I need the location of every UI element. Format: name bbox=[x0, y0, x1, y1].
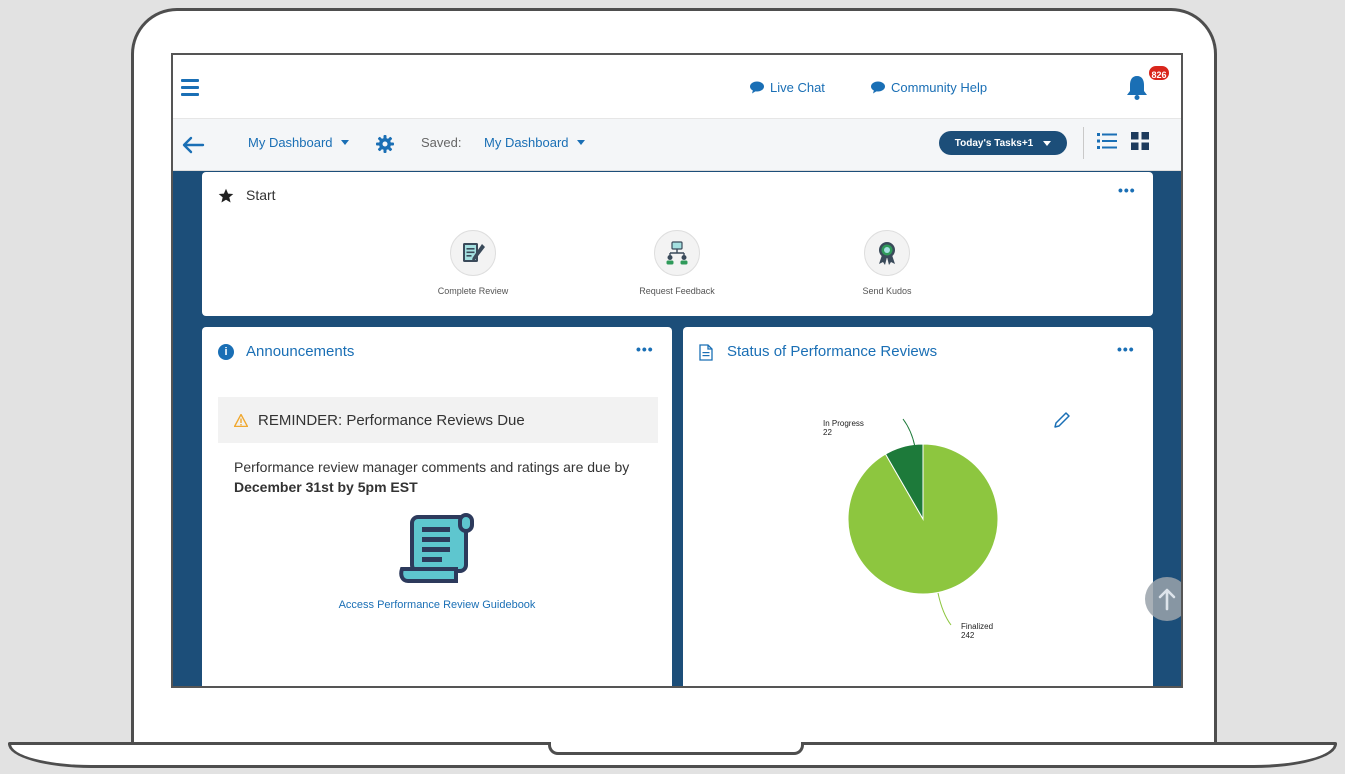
dashboard-dropdown-label: My Dashboard bbox=[248, 135, 333, 150]
info-icon: i bbox=[218, 344, 234, 360]
finalized-leader-line bbox=[937, 592, 952, 626]
todays-tasks-button[interactable]: Today's Tasks+1 bbox=[939, 131, 1067, 155]
start-card: Start ••• Complete Review Request Feedba… bbox=[202, 172, 1153, 316]
gear-icon[interactable] bbox=[375, 134, 395, 154]
in-progress-value: 22 bbox=[823, 428, 832, 437]
status-card: Status of Performance Reviews ••• In Pro… bbox=[683, 327, 1153, 686]
review-icon bbox=[450, 230, 496, 276]
status-title: Status of Performance Reviews bbox=[727, 343, 938, 360]
announcements-title: Announcements bbox=[246, 343, 355, 360]
notification-badge[interactable]: 826 bbox=[1147, 64, 1171, 82]
community-help-link[interactable]: Community Help bbox=[871, 80, 987, 95]
chevron-down-icon bbox=[576, 140, 585, 145]
send-kudos-label: Send Kudos bbox=[862, 286, 912, 296]
complete-review-action[interactable]: Complete Review bbox=[403, 230, 543, 296]
todays-tasks-label: Today's Tasks+1 bbox=[954, 137, 1034, 149]
announcements-card: i Announcements ••• REMINDER: Performanc… bbox=[202, 327, 672, 686]
scroll-document-icon bbox=[399, 513, 474, 583]
finalized-value: 242 bbox=[961, 631, 975, 640]
finalized-label: Finalized 242 bbox=[961, 622, 993, 640]
back-arrow-icon[interactable] bbox=[181, 135, 205, 155]
star-icon bbox=[218, 188, 234, 203]
live-chat-label: Live Chat bbox=[770, 80, 825, 95]
document-icon bbox=[699, 344, 713, 361]
live-chat-link[interactable]: Live Chat bbox=[750, 80, 825, 95]
saved-label: Saved: bbox=[421, 135, 462, 150]
announcement-deadline: December 31st by 5pm EST bbox=[234, 479, 418, 495]
finalized-name: Finalized bbox=[961, 622, 994, 631]
chevron-down-icon bbox=[1043, 140, 1052, 146]
in-progress-name: In Progress bbox=[823, 419, 864, 428]
dashboard-toolbar: My Dashboard Saved: My Dashboard Today's… bbox=[173, 119, 1181, 171]
bell-icon[interactable] bbox=[1125, 73, 1149, 101]
request-feedback-action[interactable]: Request Feedback bbox=[607, 230, 747, 296]
in-progress-label: In Progress 22 bbox=[823, 419, 864, 437]
more-options-icon[interactable]: ••• bbox=[636, 341, 654, 357]
saved-dashboard-label: My Dashboard bbox=[484, 135, 569, 150]
chat-icon bbox=[871, 81, 885, 94]
more-options-icon[interactable]: ••• bbox=[1118, 182, 1136, 198]
announcement-body: Performance review manager comments and … bbox=[234, 457, 654, 497]
chat-icon bbox=[750, 81, 764, 94]
in-progress-leader-line bbox=[902, 418, 916, 448]
menu-icon[interactable] bbox=[181, 79, 199, 100]
toolbar-divider bbox=[1083, 127, 1084, 159]
guidebook-link[interactable]: Access Performance Review Guidebook bbox=[202, 599, 672, 611]
send-kudos-action[interactable]: Send Kudos bbox=[817, 230, 957, 296]
start-title: Start bbox=[246, 187, 276, 203]
top-bar: Live Chat Community Help 826 bbox=[173, 55, 1181, 119]
scroll-to-top-button[interactable] bbox=[1145, 577, 1181, 621]
list-view-icon[interactable] bbox=[1097, 132, 1117, 150]
feedback-icon bbox=[654, 230, 700, 276]
reminder-banner: REMINDER: Performance Reviews Due bbox=[218, 397, 658, 443]
announcement-text: Performance review manager comments and … bbox=[234, 459, 630, 475]
request-feedback-label: Request Feedback bbox=[639, 286, 715, 296]
app-screen: Live Chat Community Help 826 My Dashboar… bbox=[171, 53, 1183, 688]
complete-review-label: Complete Review bbox=[437, 286, 509, 296]
laptop-notch bbox=[548, 742, 804, 755]
grid-view-icon[interactable] bbox=[1131, 132, 1149, 150]
arrow-up-icon bbox=[1158, 588, 1176, 611]
community-help-label: Community Help bbox=[891, 80, 988, 95]
chevron-down-icon bbox=[340, 140, 349, 145]
reminder-text: REMINDER: Performance Reviews Due bbox=[258, 411, 525, 429]
award-icon bbox=[864, 230, 910, 276]
warning-icon bbox=[234, 413, 248, 427]
more-options-icon[interactable]: ••• bbox=[1117, 341, 1135, 357]
saved-dashboard-dropdown[interactable]: My Dashboard bbox=[484, 135, 585, 150]
edit-pencil-icon[interactable] bbox=[1053, 411, 1071, 429]
dashboard-dropdown[interactable]: My Dashboard bbox=[248, 135, 349, 150]
